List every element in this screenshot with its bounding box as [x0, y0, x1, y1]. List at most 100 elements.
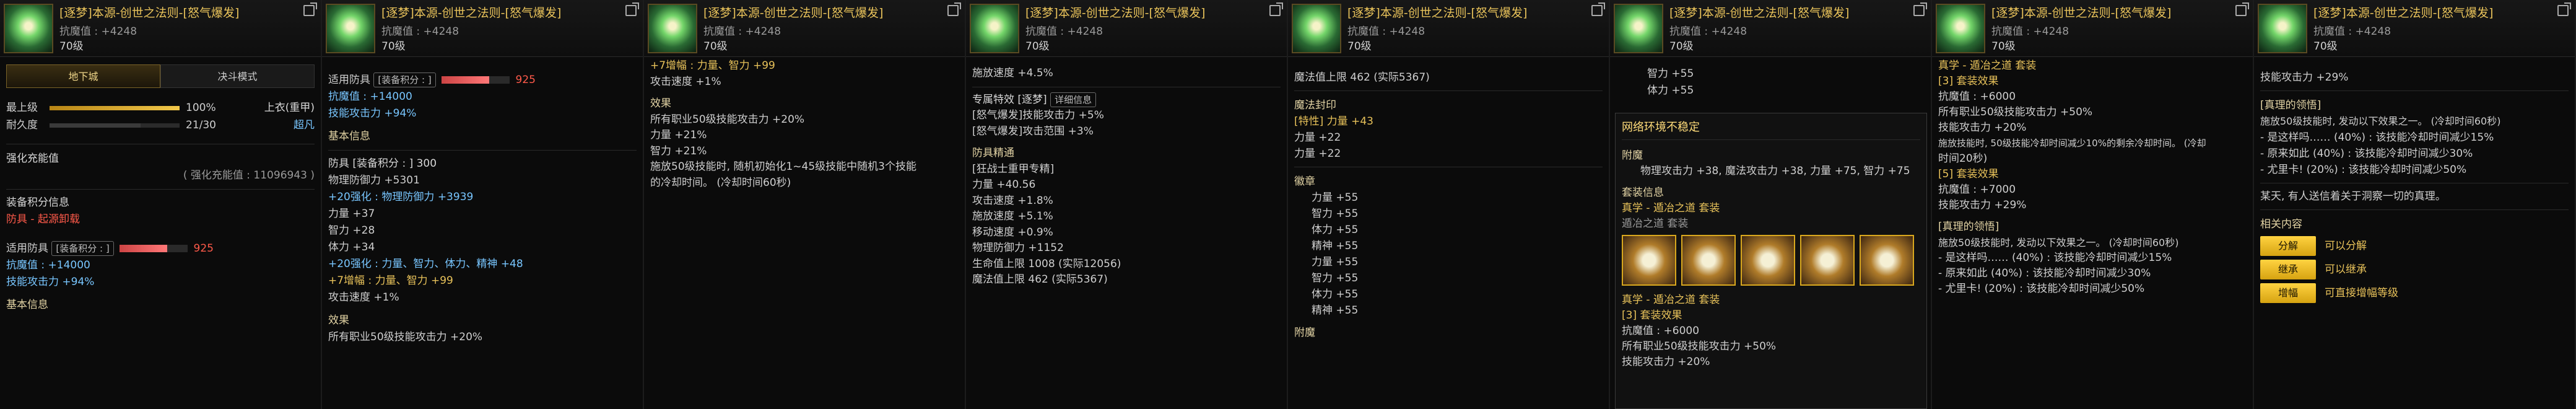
share-icon[interactable]	[947, 2, 961, 16]
share-icon[interactable]	[625, 2, 639, 16]
tooltip-panel-3: [逐梦]本源-创世之法则-[怒气爆发] 抗魔值 : +4248 70级 +7增幅…	[644, 0, 966, 409]
item-level: 70级	[1669, 40, 1694, 53]
stat-line: 时间20秒)	[1938, 152, 1988, 165]
score-gauge	[442, 76, 510, 84]
share-icon[interactable]	[1913, 2, 1927, 16]
magic-value: 抗魔值 : +14000	[6, 259, 90, 271]
item-magic-power: 抗魔值 : +4248	[703, 25, 781, 38]
equip-score-title: 装备积分信息	[6, 196, 69, 209]
stat-line: 体力 +55	[1647, 84, 1694, 97]
stat-line: [怒气爆发]技能攻击力 +5%	[972, 109, 1104, 121]
stat-line: 攻击速度 +1%	[328, 291, 399, 304]
related-title: 相关内容	[2260, 218, 2302, 231]
tooltip-panel-4: [逐梦]本源-创世之法则-[怒气爆发] 抗魔值 : +4248 70级 施放速度…	[966, 0, 1288, 409]
stat-line: 的冷却时间。 (冷却时间60秒)	[650, 176, 791, 189]
amplify-button[interactable]: 增幅	[2260, 283, 2316, 303]
item-icon	[1292, 4, 1341, 53]
stat-line: 施放速度 +5.1%	[972, 210, 1053, 222]
max-level-row: 最上级 100% 上衣(重甲)	[6, 99, 315, 117]
stat-line: 精神 +55	[1312, 240, 1359, 252]
stat-line: 体力 +55	[1312, 288, 1359, 301]
detail-button[interactable]: 详细信息	[1050, 92, 1097, 107]
share-icon[interactable]	[1269, 2, 1283, 16]
item-magic-power: 抗魔值 : +4248	[1669, 25, 1747, 38]
skill-attack: 技能攻击力 +94%	[6, 276, 95, 288]
amplify-desc: 可直接增幅等级	[2325, 287, 2398, 299]
score-gauge	[120, 245, 188, 252]
share-icon[interactable]	[2235, 2, 2249, 16]
item-name: [逐梦]本源-创世之法则-[怒气爆发]	[1991, 6, 2172, 20]
enchant-text: 物理攻击力 +38, 魔法攻击力 +38, 力量 +75, 智力 +75	[1640, 165, 1910, 177]
network-warning: 网络环境不稳定	[1622, 121, 1700, 134]
item-icon	[648, 4, 697, 53]
stat-line: 所有职业50级技能攻击力 +50%	[1938, 106, 2093, 118]
set-5-effect: [5] 套装效果	[1938, 168, 1999, 180]
tab-dungeon[interactable]: 地下城	[6, 64, 160, 88]
defense-fail: 防具 - 起源卸载	[6, 213, 80, 226]
stat-line: - 尤里卡! (20%) : 该技能冷却时间减少50%	[1938, 283, 2145, 295]
stat-line: 抗魔值 : +7000	[1938, 183, 2016, 196]
flavor-text: 某天, 有人送信着关于洞察一切的真理。	[2260, 190, 2446, 203]
durability-value: 21/30	[186, 119, 216, 131]
item-header: [逐梦]本源-创世之法则-[怒气爆发] 抗魔值 : +4248 70级	[1288, 0, 1609, 57]
inherit-button[interactable]: 继承	[2260, 260, 2316, 279]
applies-label: 适用防具	[328, 74, 370, 86]
tooltip-panel-5: [逐梦]本源-创世之法则-[怒气爆发] 抗魔值 : +4248 70级 魔法值上…	[1288, 0, 1610, 409]
stat-line: 所有职业50级技能攻击力 +20%	[650, 113, 805, 126]
tab-duel[interactable]: 决斗模式	[160, 64, 315, 88]
share-icon[interactable]	[1591, 2, 1605, 16]
enhance-label: 强化充能值	[6, 152, 59, 165]
item-level: 70级	[2313, 40, 2338, 53]
stat-line: - 原来如此 (40%) : 该技能冷却时间减少30%	[2260, 147, 2473, 160]
inherit-row: 继承 可以继承	[2260, 260, 2569, 279]
durability-bar	[50, 123, 180, 128]
share-icon[interactable]	[2557, 2, 2571, 16]
tooltip-panel-1: [逐梦]本源-创世之法则-[怒气爆发] 抗魔值 : +4248 70级 地下城 …	[0, 0, 322, 409]
item-name: [逐梦]本源-创世之法则-[怒气爆发]	[381, 6, 562, 20]
stat-line: 力量 +55	[1312, 191, 1359, 204]
item-slot: 上衣(重甲)	[264, 102, 315, 114]
set-card-2[interactable]	[1681, 235, 1736, 286]
item-name: [逐梦]本源-创世之法则-[怒气爆发]	[59, 6, 240, 20]
item-icon	[1936, 4, 1985, 53]
disassemble-row: 分解 可以分解	[2260, 236, 2569, 256]
set-card-1[interactable]	[1622, 235, 1676, 286]
durability-row: 耐久度 21/30 超凡	[6, 117, 315, 134]
item-icon	[2258, 4, 2307, 53]
set-card-3[interactable]	[1741, 235, 1795, 286]
stat-line: [特性] 力量 +43	[1294, 115, 1373, 128]
set-card-5[interactable]	[1860, 235, 1914, 286]
item-magic-power: 抗魔值 : +4248	[59, 25, 137, 38]
stat-line: 攻击速度 +1.8%	[972, 194, 1053, 207]
stat-line: 力量 +22	[1294, 131, 1341, 144]
emblem-title: 徽章	[1294, 175, 1315, 188]
item-magic-power: 抗魔值 : +4248	[1347, 25, 1425, 38]
set-3-effect: [3] 套装效果	[1938, 75, 1999, 87]
stat-line: 力量 +55	[1312, 256, 1359, 268]
set-card-4[interactable]	[1800, 235, 1855, 286]
item-icon	[970, 4, 1019, 53]
exclusive-label: 专属特效 [逐梦]	[972, 93, 1047, 106]
enchant-title: 附魔	[1294, 327, 1315, 339]
stat-line: 所有职业50级技能攻击力 +50%	[1622, 340, 1777, 353]
stat-line: 抗魔值 : +6000	[1938, 90, 2016, 103]
item-header: [逐梦]本源-创世之法则-[怒气爆发] 抗魔值 : +4248 70级	[1610, 0, 1931, 57]
disassemble-desc: 可以分解	[2325, 240, 2367, 252]
network-overlay: 网络环境不稳定 附魔 物理攻击力 +38, 魔法攻击力 +38, 力量 +75,…	[1615, 113, 1927, 409]
enchant-title: 附魔	[1622, 149, 1643, 162]
set-name: 真学 - 遁冶之道 套装	[1622, 294, 1720, 306]
set-3-effect: [3] 套装效果	[1622, 309, 1682, 322]
item-level: 70级	[1025, 40, 1050, 53]
stat-line: 力量 +22	[1294, 147, 1341, 160]
stat-line: 抗魔值 : +6000	[1622, 325, 1700, 337]
stat-line: 施放50级技能时, 发动以下效果之一。 (冷却时间60秒)	[2260, 115, 2501, 127]
stat-line: +7增幅 : 力量、智力 +99	[650, 59, 775, 72]
item-icon	[326, 4, 375, 53]
share-icon[interactable]	[303, 2, 317, 16]
stat-line: 技能攻击力 +20%	[1622, 356, 1710, 368]
item-magic-power: 抗魔值 : +4248	[1991, 25, 2069, 38]
durability-label: 耐久度	[6, 119, 38, 131]
item-name: [逐梦]本源-创世之法则-[怒气爆发]	[1347, 6, 1528, 20]
disassemble-button[interactable]: 分解	[2260, 236, 2316, 256]
stat-line: 精神 +55	[1312, 304, 1359, 317]
